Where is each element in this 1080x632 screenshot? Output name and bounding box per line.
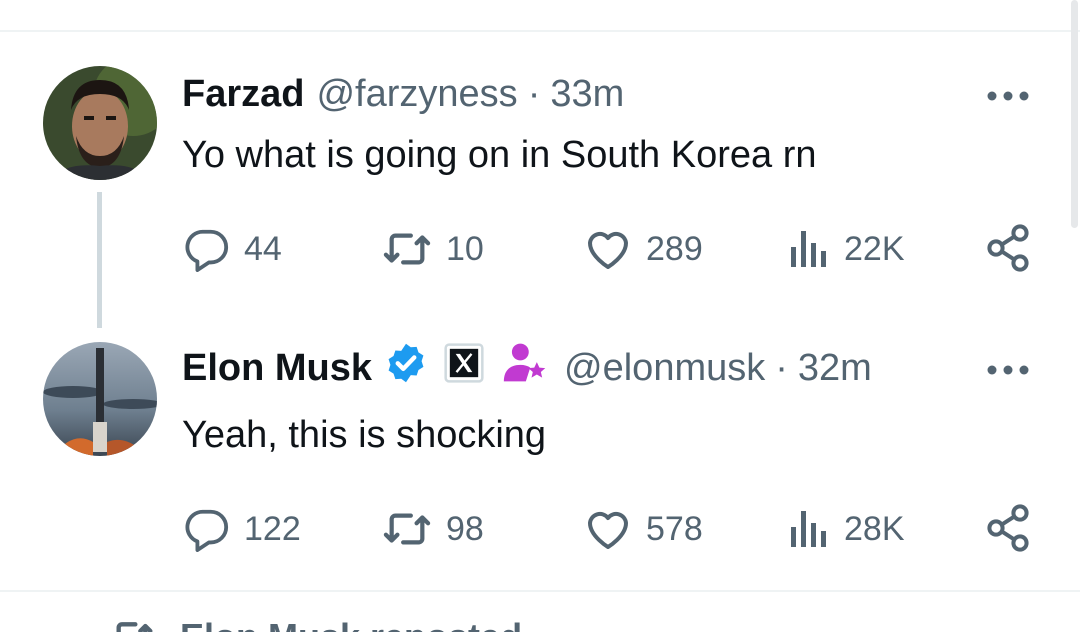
tweet-time[interactable]: 32m (798, 347, 872, 390)
repost-button[interactable]: 98 (382, 504, 484, 554)
subscriber-icon[interactable] (500, 341, 548, 395)
share-button[interactable] (986, 224, 1030, 277)
x-affiliate-icon[interactable] (444, 343, 484, 393)
views-icon (791, 511, 826, 547)
author-handle[interactable]: @elonmusk (564, 347, 765, 390)
more-icon[interactable] (986, 86, 1030, 106)
share-button[interactable] (986, 504, 1030, 557)
author-name[interactable]: Elon Musk (182, 347, 372, 390)
share-icon (987, 224, 1029, 272)
more-icon[interactable] (986, 360, 1030, 380)
reply-icon (185, 509, 228, 552)
views-icon (791, 231, 826, 267)
repost-context-icon (116, 622, 153, 632)
bottom-divider (0, 590, 1080, 592)
repost-count: 10 (446, 229, 484, 268)
next-item-peek[interactable]: Elon Musk reposted (0, 612, 1080, 632)
tweet-actions: 122 98 578 28K (182, 504, 1042, 554)
tweet-text: Yo what is going on in South Korea rn (182, 134, 817, 176)
repost-icon (383, 513, 431, 545)
repost-button[interactable]: 10 (382, 224, 484, 274)
repost-icon (383, 233, 431, 265)
share-icon (987, 504, 1029, 552)
top-divider (0, 30, 1080, 32)
like-button[interactable]: 289 (584, 224, 703, 274)
like-button[interactable]: 578 (584, 504, 703, 554)
tweet-actions: 44 10 289 22K (182, 224, 1042, 274)
repost-count: 98 (446, 509, 484, 548)
like-count: 289 (646, 229, 703, 268)
like-count: 578 (646, 509, 703, 548)
verified-badge-icon[interactable] (384, 341, 428, 395)
like-icon (588, 511, 628, 549)
reply-button[interactable]: 122 (184, 504, 301, 554)
reply-icon (185, 229, 228, 272)
tweet-time[interactable]: 33m (550, 73, 624, 116)
view-count: 22K (844, 229, 905, 268)
avatar-farzad[interactable] (43, 66, 157, 180)
view-count: 28K (844, 509, 905, 548)
reply-count: 44 (244, 229, 282, 268)
scrollbar[interactable] (1071, 0, 1078, 228)
repost-context-text[interactable]: Elon Musk reposted (180, 616, 522, 632)
author-name[interactable]: Farzad (182, 73, 304, 116)
like-icon (588, 231, 628, 269)
author-handle[interactable]: @farzyness (316, 73, 517, 116)
views-button[interactable]: 28K (788, 504, 905, 554)
reply-count: 122 (244, 509, 301, 548)
thread-line (97, 192, 102, 328)
reply-button[interactable]: 44 (184, 224, 282, 274)
avatar-elon[interactable] (43, 342, 157, 456)
separator-dot: · (527, 72, 541, 115)
tweet-header: Elon Musk @elonmusk · 32m (182, 343, 872, 393)
views-button[interactable]: 22K (788, 224, 905, 274)
tweet-text: Yeah, this is shocking (182, 414, 547, 456)
tweet-header: Farzad @farzyness · 33m (182, 72, 624, 116)
separator-dot: · (775, 346, 788, 389)
